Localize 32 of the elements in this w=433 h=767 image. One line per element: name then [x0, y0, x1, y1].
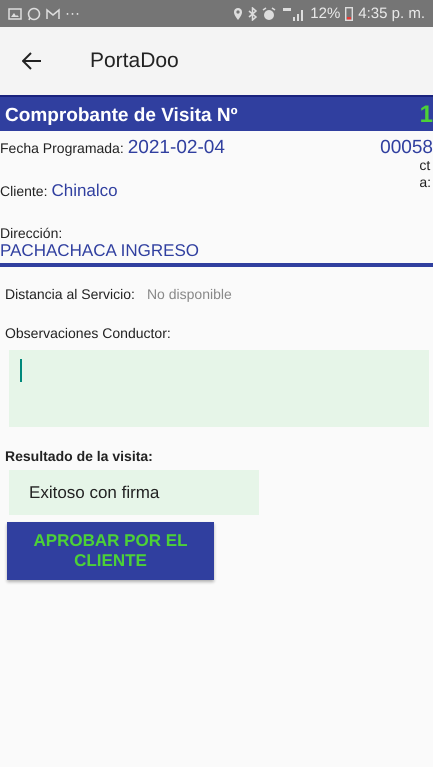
battery-percent: 12% — [310, 5, 340, 22]
distance-value: No disponible — [146, 286, 232, 302]
chat-icon — [27, 6, 41, 20]
result-dropdown[interactable]: Exitoso con firma — [9, 470, 259, 515]
bluetooth-icon — [248, 6, 258, 20]
result-label: Resultado de la visita: — [5, 448, 154, 464]
contact-label-fragment: ct — [419, 157, 431, 173]
back-arrow-icon — [22, 52, 42, 70]
signal-icon — [281, 6, 306, 20]
more-notifications: ··· — [65, 5, 80, 22]
observations-label: Observaciones Conductor: — [5, 325, 172, 341]
clock-time: 4:35 p. m. — [358, 5, 425, 22]
location-icon — [233, 6, 244, 20]
observations-field[interactable] — [9, 350, 429, 427]
client-name: Chinalco — [51, 181, 118, 201]
date-label: Fecha Programada: — [0, 140, 124, 156]
voucher-number: 1 — [420, 101, 433, 130]
scheduled-date: 2021-02-04 — [128, 137, 225, 159]
voucher-title: Comprobante de Visita Nº — [5, 105, 238, 128]
mail-icon — [46, 8, 60, 20]
distance-label: Distancia al Servicio: — [5, 286, 135, 302]
battery-icon — [345, 6, 354, 21]
approve-button[interactable]: APROBAR POR EL CLIENTE — [7, 522, 214, 580]
number-value: 00058 — [380, 137, 433, 159]
alarm-icon — [262, 6, 276, 20]
address-value: PACHACHACA INGRESO — [0, 241, 200, 261]
text-cursor — [20, 359, 22, 382]
image-icon — [8, 8, 22, 20]
address-label: Dirección: — [0, 225, 64, 241]
app-title: PortaDoo — [90, 49, 179, 73]
contact-label-fragment: a: — [419, 174, 431, 190]
client-label: Cliente: — [0, 183, 48, 199]
